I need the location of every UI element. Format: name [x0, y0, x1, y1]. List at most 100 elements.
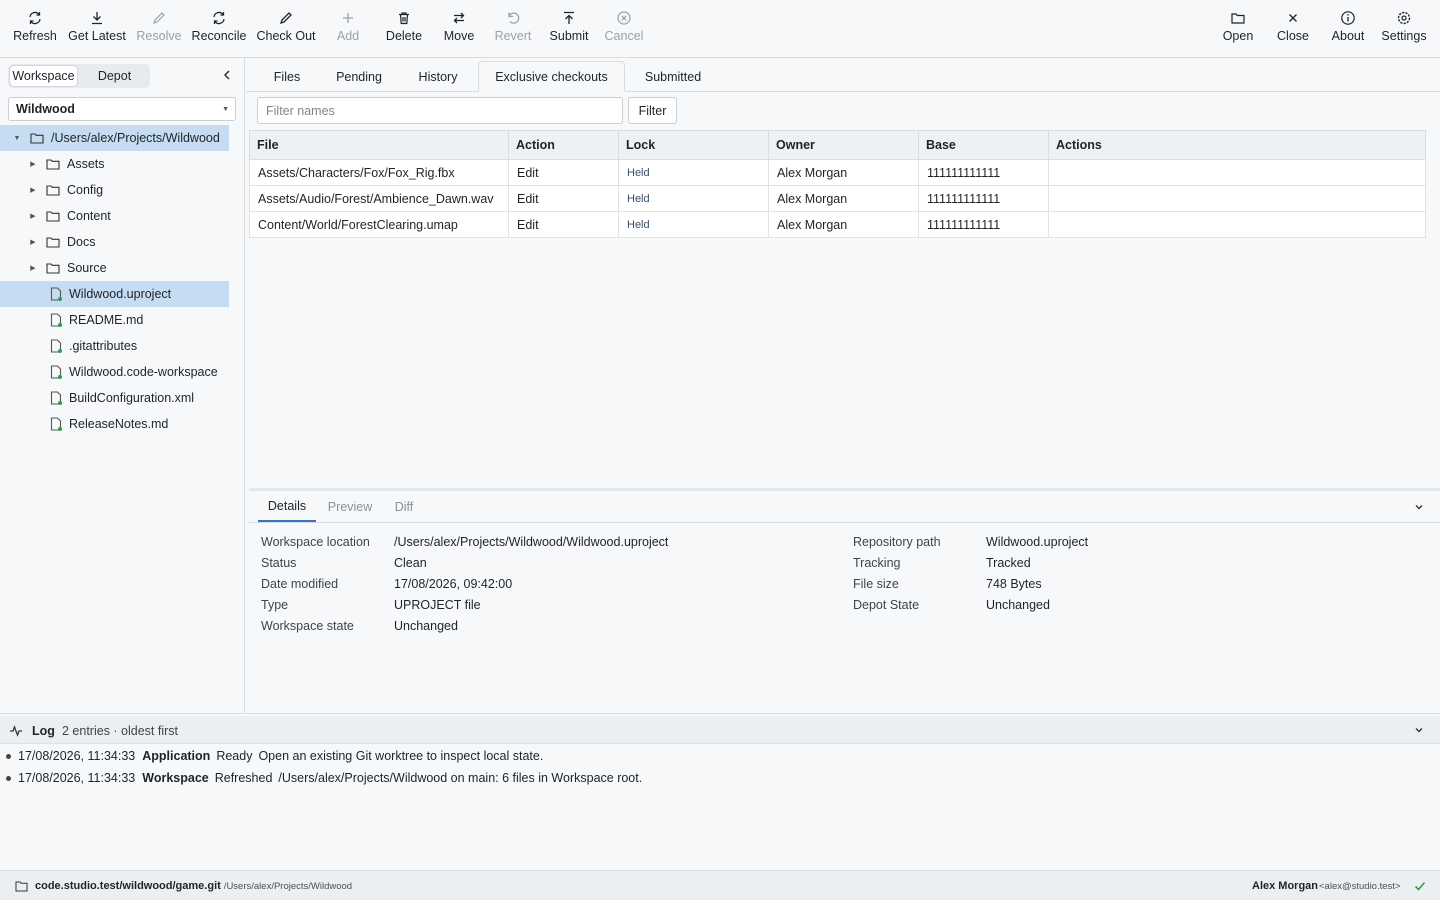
- cancel-button[interactable]: Cancel: [602, 10, 646, 50]
- tab-pending[interactable]: Pending: [326, 61, 392, 92]
- tree-item-code-workspace[interactable]: Wildwood.code-workspace: [0, 359, 229, 385]
- bullet-icon: [6, 753, 11, 759]
- close-label: Close: [1277, 29, 1309, 43]
- tree-item-root[interactable]: ▼ /Users/alex/Projects/Wildwood: [0, 125, 229, 151]
- expand-down-icon[interactable]: ▼: [13, 135, 21, 142]
- check-icon: [1414, 881, 1426, 891]
- table-row[interactable]: Assets/Audio/Forest/Ambience_Dawn.wav Ed…: [249, 185, 1426, 212]
- detail-value: UPROJECT file: [394, 598, 481, 612]
- status-email: <alex@studio.test>: [1319, 881, 1401, 892]
- tab-exclusive-checkouts[interactable]: Exclusive checkouts: [478, 61, 625, 92]
- resolve-button[interactable]: Resolve: [136, 10, 182, 50]
- status-user: Alex Morgan: [1252, 880, 1319, 892]
- close-button[interactable]: Close: [1274, 10, 1312, 50]
- tree-item-source[interactable]: ▶ Source: [0, 255, 229, 281]
- tree-item-release-notes[interactable]: ReleaseNotes.md: [0, 411, 229, 437]
- expand-right-icon[interactable]: ▶: [29, 238, 37, 246]
- tab-files[interactable]: Files: [262, 61, 312, 92]
- details-tabs: Details Preview Diff: [249, 492, 1440, 523]
- cell-owner: Alex Morgan: [768, 211, 919, 238]
- cell-action: Edit: [508, 185, 619, 212]
- log-entry: 17/08/2026, 11:34:33 Application Ready O…: [6, 749, 543, 763]
- tree-item-build-configuration[interactable]: BuildConfiguration.xml: [0, 385, 229, 411]
- cell-lock: Held: [618, 159, 769, 186]
- tree-item-label: .gitattributes: [69, 339, 138, 353]
- filter-button[interactable]: Filter: [628, 97, 677, 124]
- tree-item-label: ReleaseNotes.md: [69, 417, 169, 431]
- submit-button[interactable]: Submit: [547, 10, 591, 50]
- status-bar: code.studio.test/wildwood/game.git · /Us…: [0, 870, 1440, 900]
- revert-button[interactable]: Revert: [492, 10, 534, 50]
- cell-base: 111111111111: [918, 185, 1049, 212]
- log-time: 17/08/2026, 11:34:33: [18, 771, 136, 785]
- expand-right-icon[interactable]: ▶: [29, 160, 37, 168]
- download-icon: [92, 12, 102, 25]
- expand-right-icon[interactable]: ▶: [29, 186, 37, 194]
- collapse-sidebar-button[interactable]: [220, 68, 234, 82]
- undo-icon: [508, 12, 520, 24]
- delete-button[interactable]: Delete: [384, 10, 424, 50]
- pencil-icon: [153, 12, 165, 24]
- expand-right-icon[interactable]: ▶: [29, 212, 37, 220]
- log-title: Log: [32, 724, 55, 738]
- depot-segment[interactable]: Depot: [81, 66, 148, 86]
- revert-label: Revert: [494, 29, 532, 43]
- detail-label: Tracking: [853, 556, 901, 570]
- reconcile-button[interactable]: Reconcile: [191, 10, 247, 50]
- refresh-button[interactable]: Refresh: [12, 10, 58, 50]
- open-button[interactable]: Open: [1220, 10, 1256, 50]
- checkouts-table: File Action Lock Owner Base Actions Asse…: [249, 130, 1426, 238]
- get-latest-button[interactable]: Get Latest: [67, 10, 127, 50]
- detail-value: Tracked: [986, 556, 1031, 570]
- log-header[interactable]: Log 2 entries · oldest first: [0, 716, 1440, 744]
- cell-actions: [1048, 211, 1426, 238]
- settings-button[interactable]: Settings: [1379, 10, 1429, 50]
- column-header-action[interactable]: Action: [508, 130, 619, 160]
- caret-down-icon: ▼: [222, 106, 229, 113]
- detail-label: Repository path: [853, 535, 941, 549]
- tree-item-gitattributes[interactable]: .gitattributes: [0, 333, 229, 359]
- detail-label: Type: [261, 598, 289, 612]
- tab-details[interactable]: Details: [258, 492, 316, 522]
- tree-item-label: Config: [67, 183, 104, 197]
- filter-names-input[interactable]: [257, 97, 623, 124]
- check-out-button[interactable]: Check Out: [255, 10, 317, 50]
- tab-history[interactable]: History: [407, 61, 469, 92]
- tree-item-uproject[interactable]: Wildwood.uproject: [0, 281, 229, 307]
- folder-icon: [1231, 13, 1245, 24]
- tab-preview[interactable]: Preview: [324, 492, 376, 522]
- table-row[interactable]: Content/World/ForestClearing.umap Edit H…: [249, 211, 1426, 238]
- move-button[interactable]: Move: [441, 10, 477, 50]
- tree-item-docs[interactable]: ▶ Docs: [0, 229, 229, 255]
- chevron-down-icon[interactable]: [1414, 503, 1424, 511]
- reconcile-label: Reconcile: [191, 29, 247, 43]
- expand-right-icon[interactable]: ▶: [29, 264, 37, 272]
- about-button[interactable]: About: [1328, 10, 1368, 50]
- tree-item-assets[interactable]: ▶ Assets: [0, 151, 229, 177]
- column-header-lock[interactable]: Lock: [618, 130, 769, 160]
- column-header-actions[interactable]: Actions: [1048, 130, 1426, 160]
- cell-file: Assets/Audio/Forest/Ambience_Dawn.wav: [249, 185, 509, 212]
- workspace-segment[interactable]: Workspace: [10, 66, 77, 86]
- column-header-base[interactable]: Base: [918, 130, 1049, 160]
- tab-diff[interactable]: Diff: [390, 492, 418, 522]
- tree-item-config[interactable]: ▶ Config: [0, 177, 229, 203]
- sidebar: Workspace Depot Wildwood ▼ ▼ /Users/alex…: [0, 58, 245, 713]
- tab-submitted[interactable]: Submitted: [634, 61, 712, 92]
- repo-select[interactable]: Wildwood ▼: [8, 97, 236, 121]
- cell-file: Content/World/ForestClearing.umap: [249, 211, 509, 238]
- chevron-down-icon[interactable]: [1414, 726, 1424, 734]
- add-button[interactable]: Add: [333, 10, 363, 50]
- table-row[interactable]: Assets/Characters/Fox/Fox_Rig.fbx Edit H…: [249, 159, 1426, 186]
- tree-item-content[interactable]: ▶ Content: [0, 203, 229, 229]
- column-header-owner[interactable]: Owner: [768, 130, 919, 160]
- file-icon: [50, 339, 62, 353]
- status-path: · /Users/alex/Projects/Wildwood: [218, 881, 353, 892]
- detail-label: Status: [261, 556, 297, 570]
- column-header-file[interactable]: File: [249, 130, 509, 160]
- folder-icon: [46, 185, 60, 196]
- panel-splitter[interactable]: [249, 488, 1440, 491]
- trash-icon: [399, 12, 409, 25]
- tree-item-readme[interactable]: README.md: [0, 307, 229, 333]
- resolve-label: Resolve: [136, 29, 182, 43]
